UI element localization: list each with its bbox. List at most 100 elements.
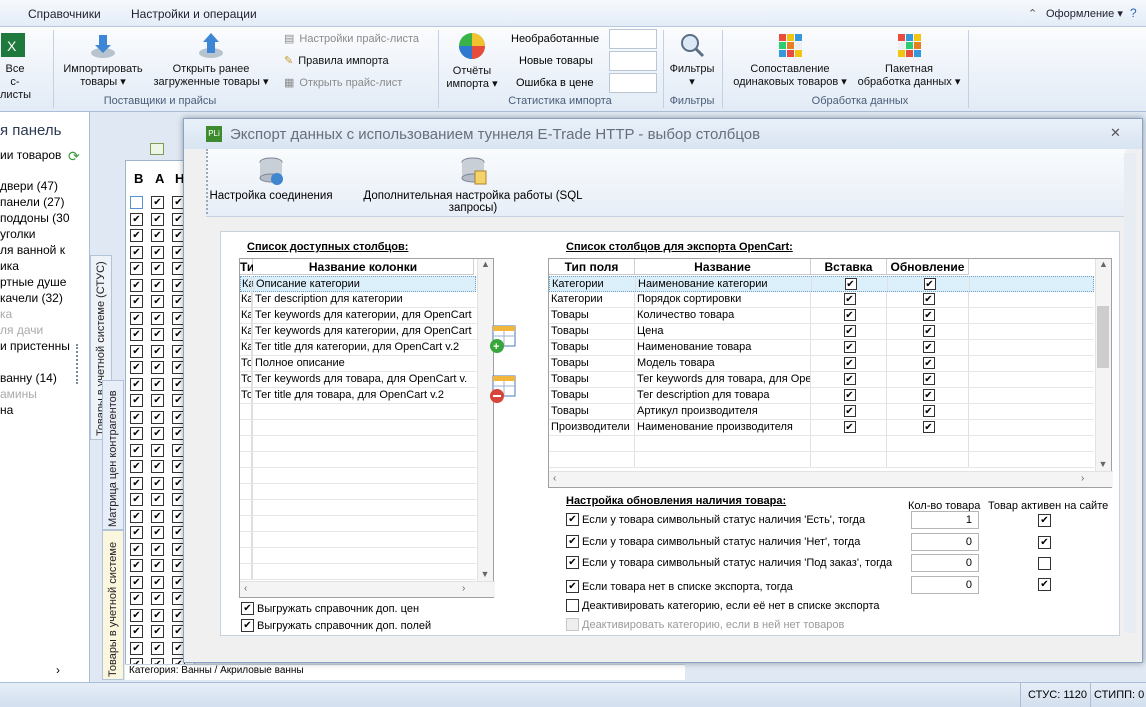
table-row[interactable] [240, 404, 476, 420]
table-row[interactable]: То Тег title для товара, для OpenCart v.2 [240, 388, 476, 404]
stock-option-available[interactable]: ✔ Если у товара символьный статус наличия… [566, 513, 865, 526]
checkbox[interactable]: ✔ [922, 389, 935, 402]
update-checkbox-cell[interactable]: ✔ [887, 292, 969, 307]
table-row[interactable]: Ка Тег keywords для категории, для OpenCa… [240, 308, 476, 324]
checkbox[interactable]: ✔ [151, 625, 164, 638]
checkbox[interactable]: ✔ [130, 394, 143, 407]
checkbox[interactable]: ✔ [922, 421, 935, 434]
insert-checkbox-cell[interactable] [811, 436, 887, 451]
checkbox[interactable]: ✔ [130, 460, 143, 473]
table-row[interactable]: Товары Артикул производителя ✔ ✔ [549, 404, 1094, 420]
active-checkbox[interactable] [1038, 557, 1051, 570]
help-icon[interactable]: ? [1130, 6, 1137, 20]
table-row[interactable]: То Полное описание [240, 356, 476, 372]
update-checkbox-cell[interactable] [887, 452, 969, 467]
batch-processing-button[interactable]: Пакетная обработка данных ▾ [852, 31, 966, 89]
deactivate-empty-category-option[interactable]: Деактивировать категорию, если в ней нет… [566, 618, 844, 631]
quantity-input[interactable]: 0 [911, 576, 979, 594]
tree-item[interactable]: уголки [0, 227, 35, 241]
checkbox[interactable]: ✔ [923, 278, 936, 291]
insert-checkbox-cell[interactable]: ✔ [811, 308, 887, 323]
tree-item[interactable]: ии товаров [0, 148, 61, 162]
menu-tab-settings[interactable]: Настройки и операции [131, 7, 257, 21]
insert-checkbox-cell[interactable] [811, 452, 887, 467]
table-row[interactable]: Ка Тег title для категории, для OpenCart … [240, 340, 476, 356]
table-row[interactable] [240, 436, 476, 452]
chevron-up-icon[interactable]: ⌃ [1028, 7, 1037, 20]
checkbox[interactable]: ✔ [130, 526, 143, 539]
checkbox[interactable]: ✔ [151, 295, 164, 308]
checkbox[interactable]: ✔ [130, 509, 143, 523]
connection-settings-button[interactable]: Настройка соединения [206, 155, 336, 202]
tree-item[interactable]: на [0, 403, 13, 417]
update-checkbox-cell[interactable]: ✔ [887, 372, 969, 387]
checkbox[interactable]: ✔ [130, 245, 143, 259]
checkbox[interactable]: ✔ [130, 625, 143, 638]
pricelist-settings-button[interactable]: ▤ Настройки прайс-листа [284, 32, 419, 46]
table-row[interactable] [240, 500, 476, 516]
sql-settings-button[interactable]: Дополнительная настройка работы (SQL зап… [340, 155, 606, 214]
checkbox[interactable]: ✔ [922, 373, 935, 386]
checkbox[interactable]: ✔ [130, 592, 143, 605]
available-vscroll[interactable]: ▲ ▼ [477, 259, 493, 581]
col-header-type[interactable]: Ти [240, 259, 254, 275]
export-icon[interactable] [150, 143, 164, 155]
checkbox[interactable]: ✔ [130, 427, 143, 440]
checkbox[interactable]: ✔ [151, 608, 164, 622]
quantity-input[interactable]: 0 [911, 554, 979, 572]
update-checkbox-cell[interactable]: ✔ [887, 356, 969, 371]
update-checkbox-cell[interactable]: ✔ [888, 277, 970, 291]
col-header-insert[interactable]: Вставка [811, 259, 887, 275]
tree-item[interactable]: ртные душе [0, 275, 66, 289]
tree-item[interactable]: ка [0, 307, 12, 321]
tree-item[interactable]: ванну (14) [0, 371, 57, 385]
checkbox[interactable]: ✔ [151, 278, 164, 292]
table-row[interactable] [240, 516, 476, 532]
checkbox[interactable]: ✔ [843, 405, 856, 418]
close-icon[interactable]: ✕ [1110, 125, 1121, 141]
checkbox[interactable]: ✔ [151, 245, 164, 259]
checkbox[interactable]: ✔ [151, 229, 164, 242]
checkbox[interactable]: ✔ [151, 377, 164, 391]
checkbox[interactable]: ✔ [844, 278, 857, 291]
checkbox[interactable]: ✔ [241, 619, 254, 632]
import-rules-button[interactable]: ✎ Правила импорта [284, 54, 389, 68]
checkbox[interactable]: ✔ [151, 361, 164, 374]
checkbox[interactable]: ✔ [130, 295, 143, 308]
checkbox[interactable]: ✔ [151, 311, 164, 325]
table-row[interactable]: Товары Модель товара ✔ ✔ [549, 356, 1094, 372]
checkbox[interactable]: ✔ [151, 526, 164, 539]
checkbox[interactable]: ✔ [151, 559, 164, 572]
reports-button[interactable]: Отчёты импорта ▾ [442, 31, 502, 91]
col-header-column-name[interactable]: Название колонки [253, 259, 474, 275]
theme-menu[interactable]: Оформление ▾ [1046, 7, 1123, 20]
checkbox[interactable]: ✔ [843, 309, 856, 322]
checkbox[interactable]: ✔ [922, 357, 935, 370]
update-checkbox-cell[interactable]: ✔ [887, 308, 969, 323]
match-products-button[interactable]: Сопоставление одинаковых товаров ▾ [728, 31, 852, 89]
insert-checkbox-cell[interactable]: ✔ [811, 372, 887, 387]
insert-checkbox-cell[interactable]: ✔ [811, 420, 887, 435]
table-row[interactable]: Товары Тег keywords для товара, для Ope ✔ ✔ [549, 372, 1094, 388]
checkbox[interactable]: ✔ [151, 212, 164, 226]
export-hscroll[interactable]: ‹ › [549, 471, 1113, 487]
checkbox[interactable]: ✔ [151, 410, 164, 424]
menu-tab-directories[interactable]: Справочники [28, 7, 101, 21]
checkbox[interactable]: ✔ [130, 377, 143, 391]
quantity-input[interactable]: 0 [911, 533, 979, 551]
checkbox[interactable]: ✔ [843, 341, 856, 354]
table-row[interactable]: Категории Наименование категории ✔ ✔ [549, 276, 1094, 292]
checkbox[interactable]: ✔ [130, 575, 143, 589]
table-row[interactable]: Товары Количество товара ✔ ✔ [549, 308, 1094, 324]
table-row[interactable] [240, 420, 476, 436]
splitter-handle[interactable] [76, 344, 80, 384]
add-column-button[interactable]: + [489, 324, 519, 353]
checkbox[interactable]: ✔ [151, 476, 164, 490]
checkbox[interactable]: ✔ [843, 293, 856, 306]
table-row[interactable] [240, 548, 476, 564]
active-checkbox[interactable]: ✔ [1038, 536, 1051, 549]
table-row[interactable] [240, 452, 476, 468]
active-checkbox[interactable]: ✔ [1038, 514, 1051, 527]
checkbox[interactable]: ✔ [130, 311, 143, 325]
checkbox[interactable]: ✔ [130, 278, 143, 292]
